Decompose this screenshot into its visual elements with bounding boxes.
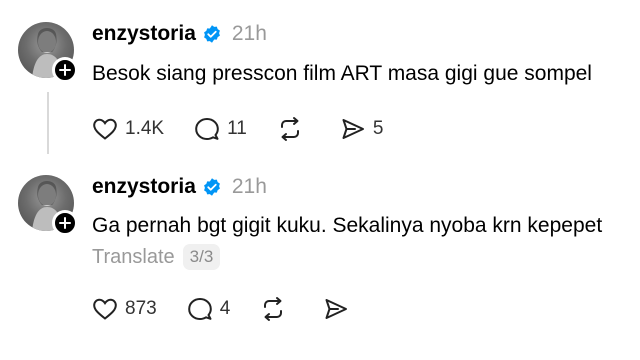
thread-post-1: enzystoria 21h Besok siang presscon film… [0,0,640,172]
plus-icon [59,217,71,229]
like-count: 873 [125,298,157,319]
post-text: Ga pernah bgt gigit kuku. Sekalinya nyob… [92,214,603,237]
avatar-container[interactable] [18,175,78,237]
plus-icon [59,64,71,76]
avatar-container[interactable] [18,22,78,84]
repost-icon [277,116,303,142]
post-actions: 873 4 [92,296,386,322]
like-count: 1.4K [125,118,165,139]
post-header: enzystoria 21h [92,22,267,46]
verified-badge-icon [202,177,222,197]
share-count: 5 [372,118,384,139]
thread-page-badge: 3/3 [182,244,221,270]
reply-count: 11 [227,118,247,139]
comment-icon [194,116,220,142]
post-timestamp[interactable]: 21h [232,22,267,46]
like-button[interactable]: 873 [92,297,157,321]
post-timestamp[interactable]: 21h [232,175,267,199]
post-text: Besok siang presscon film ART masa gigi … [92,62,592,85]
share-button[interactable] [323,296,356,322]
verified-badge-icon [202,24,222,44]
reply-button[interactable]: 4 [187,296,231,322]
thread-post-2: enzystoria 21h Ga pernah bgt gigit kuku.… [0,172,640,358]
translate-link[interactable]: Translate [92,246,175,269]
heart-icon [92,297,118,321]
reply-button[interactable]: 11 [194,116,247,142]
translate-row: Translate 3/3 [92,244,221,270]
post-actions: 1.4K 11 5 [92,116,413,142]
share-icon [340,116,366,142]
follow-button[interactable] [52,210,78,236]
post-header: enzystoria 21h [92,175,267,199]
username[interactable]: enzystoria [92,22,196,46]
repost-button[interactable] [277,116,310,142]
reply-count: 4 [219,298,231,319]
share-button[interactable]: 5 [340,116,384,142]
follow-button[interactable] [52,57,78,83]
repost-button[interactable] [260,296,293,322]
username[interactable]: enzystoria [92,175,196,199]
heart-icon [92,117,118,141]
like-button[interactable]: 1.4K [92,117,164,141]
comment-icon [187,296,213,322]
thread-connector-line [47,92,49,154]
repost-icon [260,296,286,322]
share-icon [323,296,349,322]
